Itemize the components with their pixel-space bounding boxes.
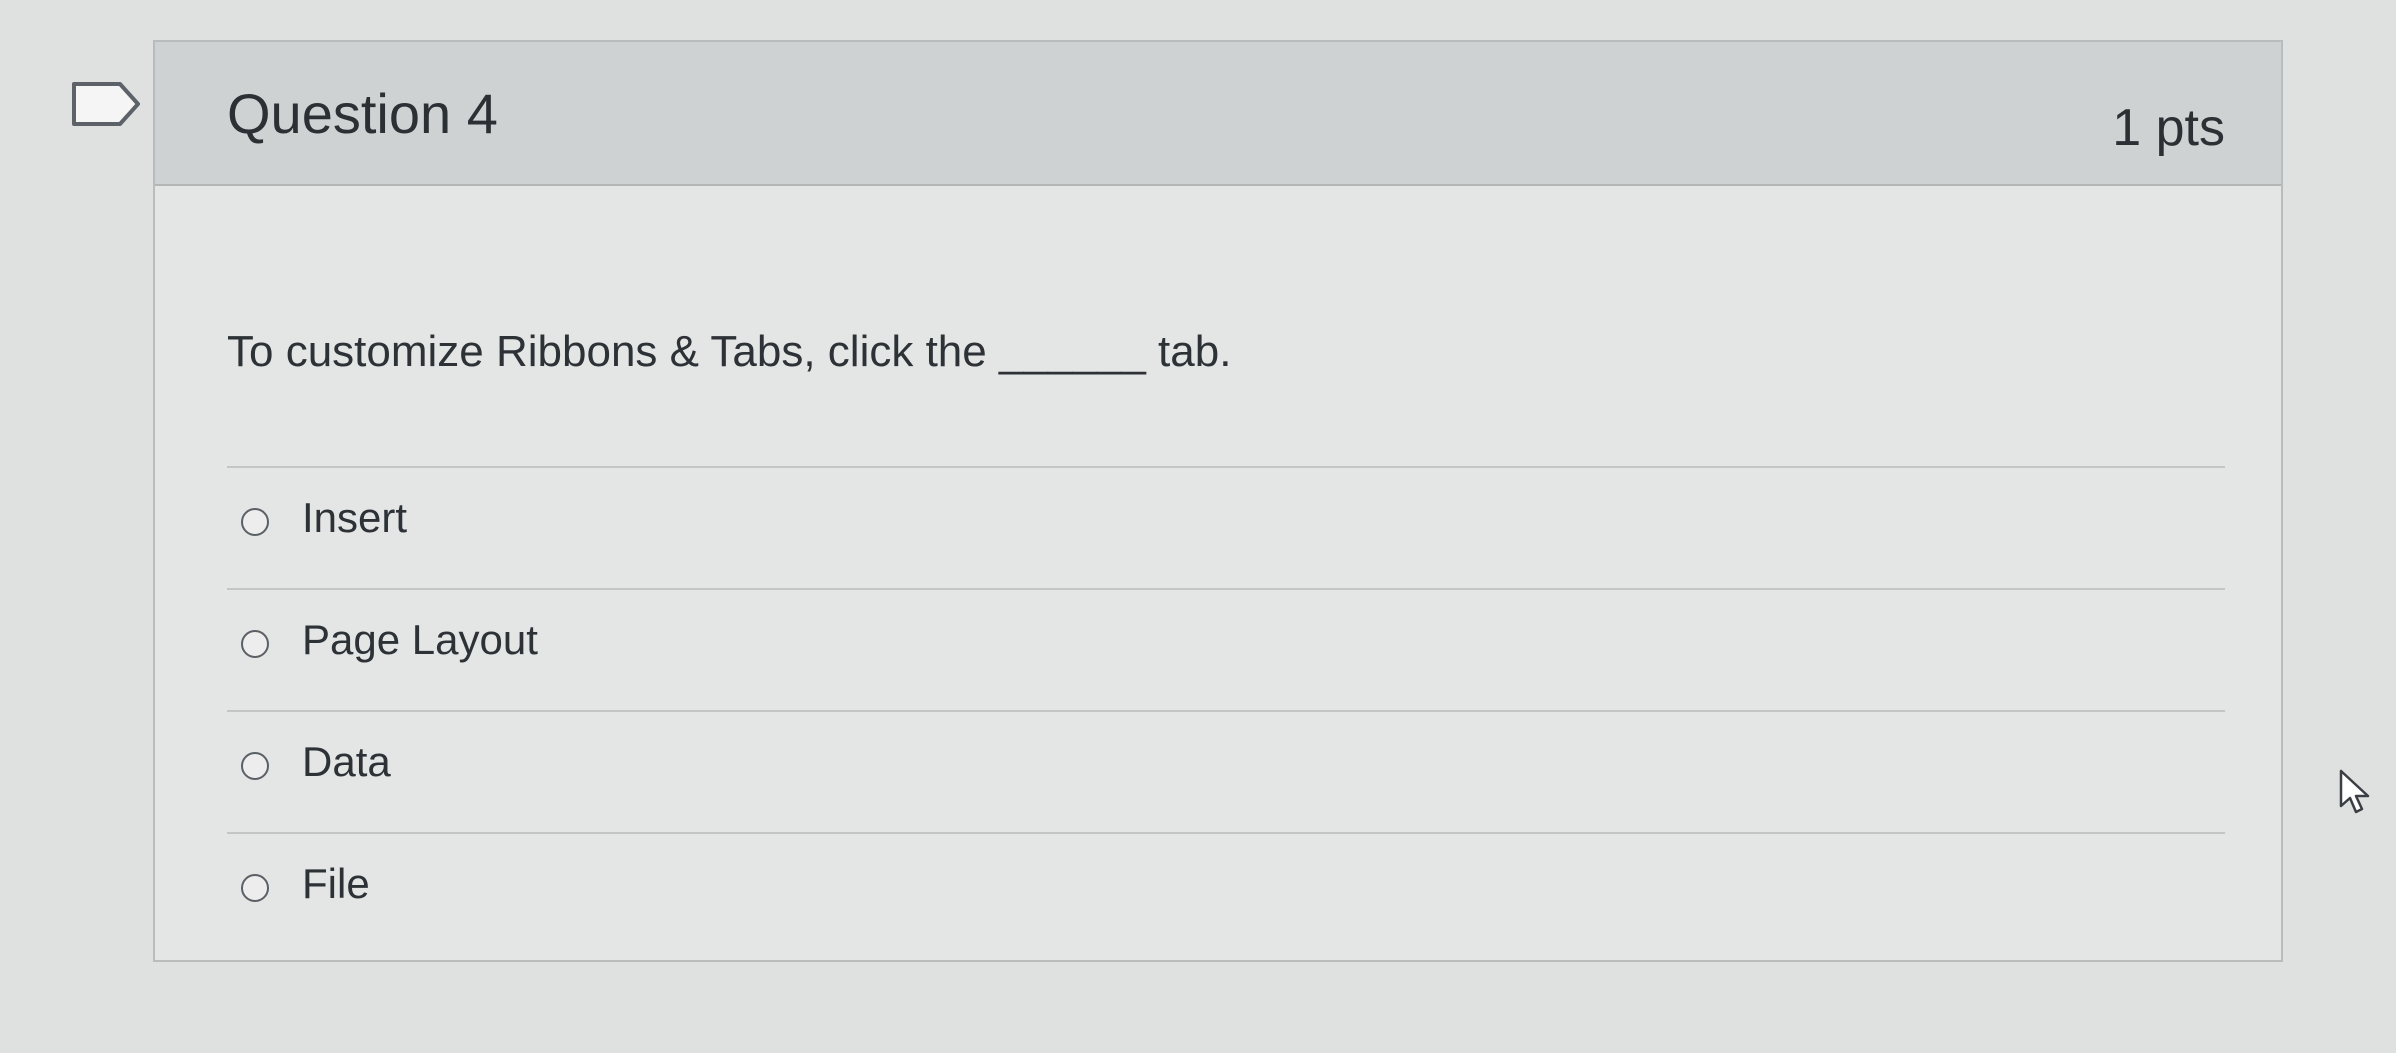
answer-option-insert[interactable]: Insert xyxy=(227,466,2225,588)
question-card: Question 4 1 pts To customize Ribbons & … xyxy=(153,40,2283,962)
question-title: Question 4 xyxy=(227,82,498,145)
answer-option-data[interactable]: Data xyxy=(227,710,2225,832)
radio-button-icon[interactable] xyxy=(241,752,269,780)
radio-button-icon[interactable] xyxy=(241,874,269,902)
answer-option-file[interactable]: File xyxy=(227,832,2225,954)
radio-button-icon[interactable] xyxy=(241,630,269,658)
flag-question-icon[interactable] xyxy=(70,80,142,128)
answer-option-page-layout[interactable]: Page Layout xyxy=(227,588,2225,710)
answer-label[interactable]: Page Layout xyxy=(302,615,538,665)
question-text: To customize Ribbons & Tabs, click the _… xyxy=(227,327,1232,376)
answer-list: Insert Page Layout Data File xyxy=(227,466,2225,954)
mouse-pointer-icon xyxy=(2339,769,2370,814)
radio-button-icon[interactable] xyxy=(241,508,269,536)
question-header: Question 4 1 pts xyxy=(155,42,2281,186)
answer-label[interactable]: Insert xyxy=(302,493,407,543)
answer-label[interactable]: Data xyxy=(302,737,391,787)
answer-label[interactable]: File xyxy=(302,859,370,909)
question-points: 1 pts xyxy=(2112,99,2225,157)
